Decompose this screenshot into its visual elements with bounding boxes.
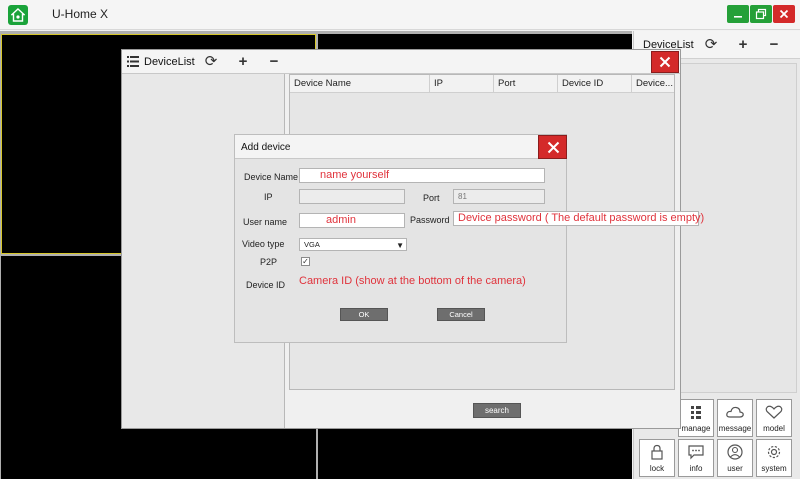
column-header[interactable]: Device... — [632, 75, 674, 93]
device-name-label: Device Name — [244, 172, 299, 182]
password-input[interactable]: Device password ( The default password i… — [453, 211, 704, 226]
column-header[interactable]: IP — [430, 75, 494, 93]
cancel-button[interactable]: Cancel — [437, 308, 485, 321]
device-list-header: DeviceList ⟳ + − — [122, 50, 680, 74]
dialog-title: Add device — [241, 142, 291, 153]
ip-input[interactable] — [299, 189, 405, 204]
refresh-icon[interactable]: ⟳ — [702, 36, 720, 54]
cloud-icon — [726, 406, 744, 418]
add-device-icon[interactable]: + — [734, 36, 752, 54]
device-list-title: DeviceList — [144, 56, 195, 68]
maximize-button[interactable] — [750, 5, 772, 23]
tile-label: model — [763, 424, 785, 433]
remove-device-icon[interactable]: − — [265, 53, 283, 71]
search-button[interactable]: search — [473, 403, 521, 418]
app-title: U-Home X — [52, 7, 109, 21]
checkmark-icon: ✓ — [302, 257, 309, 266]
chevron-down-icon: ▼ — [396, 241, 404, 250]
tile-system[interactable]: system — [756, 439, 792, 477]
gear-icon — [767, 445, 781, 459]
device-list-close-button[interactable] — [651, 51, 679, 73]
grid-list-icon — [691, 406, 701, 419]
p2p-label: P2P — [260, 257, 278, 267]
title-bar: U-Home X — [0, 0, 800, 30]
dialog-close-button[interactable] — [538, 135, 567, 159]
dialog-header: Add device — [235, 135, 567, 159]
tile-label: message — [718, 424, 752, 433]
add-device-dialog: Add device Device Name name yourself IP … — [234, 134, 704, 343]
tile-label: lock — [649, 464, 665, 473]
lock-icon — [651, 444, 663, 460]
tile-info[interactable]: info — [678, 439, 714, 477]
list-icon — [127, 56, 139, 67]
tile-user[interactable]: user — [717, 439, 753, 477]
p2p-checkbox[interactable]: ✓ — [301, 257, 310, 266]
port-label: Port — [423, 193, 440, 203]
table-header-row: Device Name IP Port Device ID Device... — [290, 75, 674, 93]
column-header[interactable]: Device Name — [290, 75, 430, 93]
add-device-icon[interactable]: + — [234, 53, 252, 71]
column-header[interactable]: Device ID — [558, 75, 632, 93]
video-type-select[interactable]: VGA ▼ — [299, 238, 407, 251]
password-label: Password — [410, 215, 450, 225]
app-logo-icon — [8, 5, 28, 25]
tile-label: manage — [681, 424, 711, 433]
device-id-label: Device ID — [246, 280, 286, 290]
remove-device-icon[interactable]: − — [765, 36, 783, 54]
user-name-label: User name — [243, 217, 288, 227]
minimize-button[interactable] — [727, 5, 749, 23]
tile-manage[interactable]: manage — [678, 399, 714, 437]
tile-model[interactable]: model — [756, 399, 792, 437]
tile-label: system — [761, 464, 787, 473]
chat-icon — [688, 445, 704, 460]
heart-icon — [765, 405, 783, 419]
column-header[interactable]: Port — [494, 75, 558, 93]
ok-button[interactable]: OK — [340, 308, 388, 321]
close-app-button[interactable] — [773, 5, 795, 23]
port-input[interactable]: 81 — [453, 189, 545, 204]
user-icon — [727, 444, 743, 460]
device-id-input[interactable]: Camera ID (show at the bottom of the cam… — [299, 275, 526, 287]
device-name-input[interactable]: name yourself — [299, 168, 545, 183]
refresh-icon[interactable]: ⟳ — [202, 53, 220, 71]
tile-message[interactable]: message — [717, 399, 753, 437]
tile-label: info — [689, 464, 703, 473]
tile-lock[interactable]: lock — [639, 439, 675, 477]
video-type-label: Video type — [242, 239, 285, 249]
video-type-value: VGA — [304, 240, 320, 249]
ip-label: IP — [264, 192, 273, 202]
tile-label: user — [727, 464, 743, 473]
user-name-input[interactable]: admin — [299, 213, 405, 228]
